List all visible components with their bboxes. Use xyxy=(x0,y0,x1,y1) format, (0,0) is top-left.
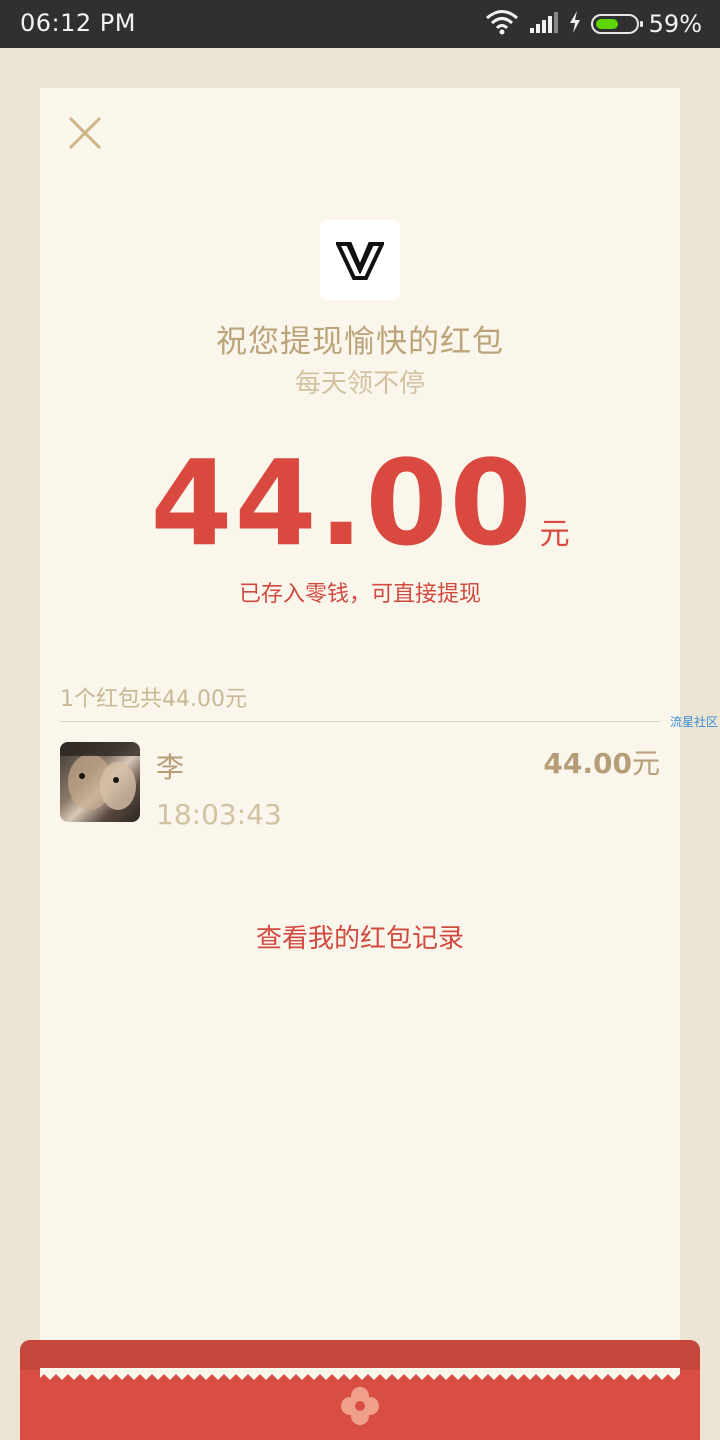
flower-icon xyxy=(341,1387,379,1425)
close-icon xyxy=(68,116,102,150)
view-records-link[interactable]: 查看我的红包记录 xyxy=(40,918,680,955)
packet-summary: 1个红包共44.00元 xyxy=(60,687,247,712)
amount-value: 44.00 xyxy=(150,434,534,572)
receiver-time: 18:03:43 xyxy=(156,798,282,831)
divider xyxy=(60,721,660,722)
receiver-amount-value: 44.00 xyxy=(543,747,632,780)
watermark: 流星社区 xyxy=(670,715,719,729)
sender-title: 祝您提现愉快的红包 xyxy=(216,324,504,360)
red-packet-card: 祝您提现愉快的红包 每天领不停 44.00 元 已存入零钱，可直接提现 1个红包共… xyxy=(40,88,680,1388)
charging-icon xyxy=(569,11,581,37)
sender-logo xyxy=(320,220,400,300)
status-bar: 06:12 PM 59% xyxy=(0,0,720,48)
amount-unit: 元 xyxy=(539,517,570,552)
amount: 44.00 元 xyxy=(40,438,680,568)
battery-fill xyxy=(595,19,618,29)
sender-subtitle: 每天领不停 xyxy=(294,369,425,399)
receiver-amount-unit: 元 xyxy=(631,747,660,780)
zigzag-edge xyxy=(40,1368,680,1380)
status-icons: 59% xyxy=(485,9,702,39)
close-button[interactable] xyxy=(66,114,106,154)
battery-icon xyxy=(590,14,643,34)
signal-icon xyxy=(529,10,559,38)
wifi-icon xyxy=(485,9,519,39)
receiver-name: 李 xyxy=(156,751,185,784)
receiver-amount: 44.00元 xyxy=(543,742,660,782)
w-logo-icon xyxy=(336,242,384,280)
receiver-row[interactable]: 李 18:03:43 44.00元 xyxy=(60,742,660,842)
avatar[interactable] xyxy=(60,742,140,822)
status-time: 06:12 PM xyxy=(20,9,136,37)
amount-note[interactable]: 已存入零钱，可直接提现 xyxy=(40,576,680,608)
battery-percent: 59% xyxy=(648,10,702,38)
